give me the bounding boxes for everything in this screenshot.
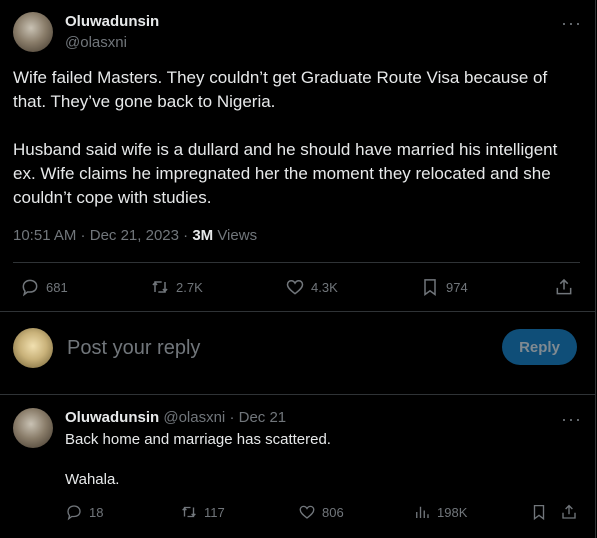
- reply-share-button[interactable]: [560, 503, 578, 521]
- like-icon: [286, 279, 304, 295]
- reply-submit-button[interactable]: Reply: [502, 329, 577, 365]
- author-handle[interactable]: @olasxni: [65, 34, 127, 51]
- tweet-text-paragraph-2: Husband said wife is a dullard and he sh…: [13, 140, 558, 207]
- reply-repost-count: 117: [204, 504, 225, 520]
- reply-like-count: 806: [322, 504, 344, 520]
- reply-text-line-1: Back home and marriage has scattered.: [65, 431, 331, 448]
- like-button[interactable]: 4.3K: [285, 277, 338, 297]
- bookmark-count: 974: [446, 279, 468, 295]
- views-label: Views: [217, 227, 258, 244]
- tweet-text-paragraph-1: Wife failed Masters. They couldn’t get G…: [13, 68, 548, 111]
- reply-date[interactable]: Dec 21: [239, 409, 287, 426]
- repost-button[interactable]: 2.7K: [150, 277, 203, 297]
- reply-author-avatar[interactable]: [13, 408, 53, 448]
- bookmark-button[interactable]: 974: [420, 277, 468, 297]
- divider: [0, 311, 595, 312]
- more-icon[interactable]: ···: [561, 14, 582, 32]
- divider: [0, 394, 595, 395]
- like-count: 4.3K: [311, 279, 338, 295]
- current-user-avatar[interactable]: [13, 328, 53, 368]
- tweet-meta: 10:51 AM · Dec 21, 2023 · 3M Views: [13, 227, 258, 244]
- reply-bookmark-button[interactable]: [530, 503, 548, 521]
- reply-views-count: 198K: [437, 504, 468, 520]
- views-count: 3M: [192, 227, 214, 244]
- divider: [13, 262, 580, 263]
- tweet-time[interactable]: 10:51 AM: [13, 227, 76, 244]
- share-button[interactable]: [554, 277, 574, 297]
- share-icon: [556, 278, 572, 295]
- reply-input[interactable]: Post your reply: [67, 337, 200, 360]
- share-icon: [562, 504, 576, 519]
- tweet-date[interactable]: Dec 21, 2023: [90, 227, 179, 244]
- bookmark-icon: [533, 504, 545, 521]
- reply-icon: [67, 505, 81, 521]
- reply-button[interactable]: 681: [20, 277, 68, 297]
- reply-text-line-2: Wahala.: [65, 471, 120, 488]
- reply-repost-button[interactable]: 117: [180, 503, 225, 521]
- reply-icon: [22, 279, 38, 297]
- reply-reply-count: 18: [89, 504, 104, 520]
- post-detail: Oluwadunsin @olasxni ··· Wife failed Mas…: [0, 0, 596, 538]
- author-avatar[interactable]: [13, 12, 53, 52]
- reply-count: 681: [46, 279, 68, 295]
- bookmark-icon: [424, 279, 436, 296]
- reply-reply-button[interactable]: 18: [65, 503, 103, 521]
- reply-author-name[interactable]: Oluwadunsin: [65, 409, 159, 426]
- repost-icon: [182, 506, 196, 518]
- reply-views-button[interactable]: 198K: [413, 503, 467, 521]
- reply-header: Oluwadunsin @olasxni · Dec 21: [65, 409, 287, 426]
- author-name[interactable]: Oluwadunsin: [65, 13, 159, 30]
- like-icon: [299, 505, 315, 519]
- reply-like-button[interactable]: 806: [298, 503, 344, 521]
- views-icon: [416, 506, 429, 518]
- more-icon[interactable]: ···: [561, 410, 582, 428]
- repost-icon: [152, 281, 168, 293]
- repost-count: 2.7K: [176, 279, 203, 295]
- reply-author-handle[interactable]: @olasxni: [163, 409, 225, 426]
